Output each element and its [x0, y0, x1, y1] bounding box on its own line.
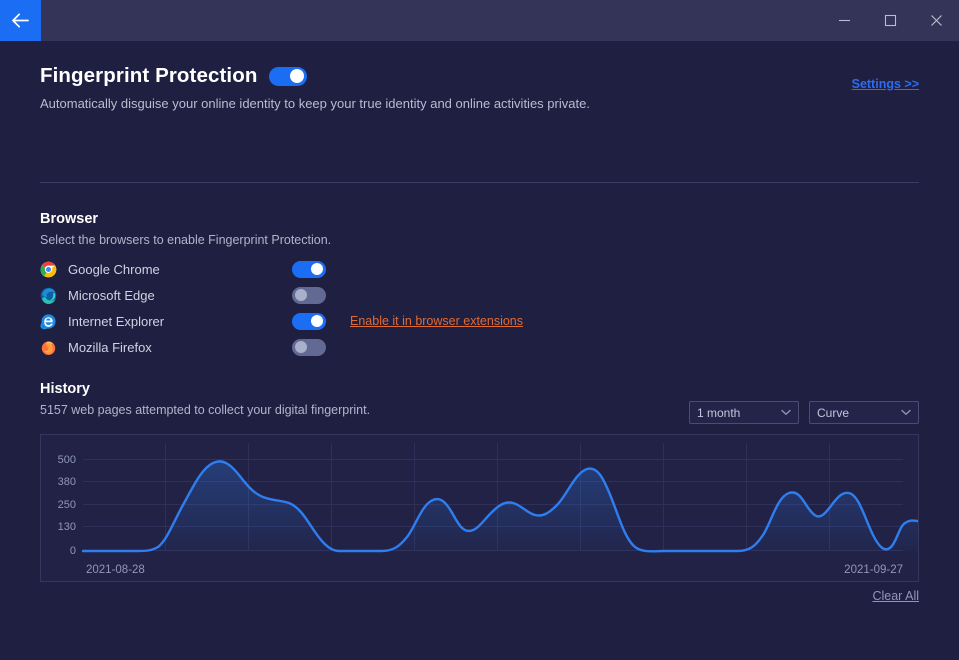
clear-all-link[interactable]: Clear All — [872, 589, 919, 603]
time-range-value: 1 month — [697, 405, 741, 420]
minimize-button[interactable] — [821, 0, 867, 41]
hero-section: Fingerprint Protection Automatically dis… — [0, 64, 959, 111]
svg-text:380: 380 — [58, 476, 76, 488]
browser-toggle-firefox[interactable] — [292, 338, 326, 356]
maximize-button[interactable] — [867, 0, 913, 41]
browser-row-edge: Microsoft Edge — [40, 282, 919, 308]
ie-icon — [40, 313, 57, 330]
svg-text:250: 250 — [58, 499, 76, 511]
minimize-icon — [838, 14, 851, 27]
history-section: History 5157 web pages attempted to coll… — [0, 381, 959, 603]
page-title: Fingerprint Protection — [40, 64, 258, 87]
chart-x-label-end: 2021-09-27 — [844, 564, 903, 576]
browser-toggle-edge[interactable] — [292, 286, 326, 304]
history-heading: History — [40, 381, 90, 397]
browser-name-label: Internet Explorer — [68, 313, 165, 329]
section-divider — [40, 182, 919, 183]
maximize-icon — [884, 14, 897, 27]
settings-link[interactable]: Settings >> — [852, 77, 919, 91]
browser-name-label: Mozilla Firefox — [68, 339, 152, 355]
page-content: Fingerprint Protection Automatically dis… — [0, 41, 959, 660]
browser-row-chrome: Google Chrome — [40, 256, 919, 282]
edge-icon — [40, 287, 57, 304]
back-arrow-icon — [11, 13, 30, 28]
svg-text:0: 0 — [70, 545, 76, 557]
browser-name-label: Google Chrome — [68, 261, 160, 277]
browser-row-firefox: Mozilla Firefox — [40, 334, 919, 360]
close-icon — [930, 14, 943, 27]
titlebar-drag-region — [41, 0, 821, 41]
page-subtitle: Automatically disguise your online ident… — [40, 96, 590, 111]
hero-title-row: Fingerprint Protection — [40, 64, 919, 88]
browser-heading: Browser — [40, 211, 99, 227]
svg-text:500: 500 — [58, 454, 76, 466]
chart-x-label-start: 2021-08-28 — [86, 564, 145, 576]
chart-style-value: Curve — [817, 405, 850, 420]
enable-in-browser-extensions-link[interactable]: Enable it in browser extensions — [350, 314, 523, 328]
chart-style-dropdown[interactable]: Curve — [809, 401, 919, 424]
master-protection-toggle[interactable] — [269, 66, 308, 86]
browser-name-label: Microsoft Edge — [68, 287, 155, 303]
close-button[interactable] — [913, 0, 959, 41]
toggle-knob — [290, 69, 305, 83]
title-bar — [0, 0, 959, 41]
chevron-down-icon — [781, 409, 791, 416]
history-chart: 500 380 250 130 0 2021-08-28 2021-09-27 — [58, 443, 918, 576]
history-controls: 1 month Curve — [689, 401, 919, 424]
chevron-down-icon — [901, 409, 911, 416]
browser-toggle-internet-explorer[interactable] — [292, 312, 326, 330]
browser-list: Google Chrome Microsoft Edge Internet Ex… — [40, 256, 919, 360]
chrome-icon — [40, 261, 57, 278]
history-chart-panel: 500 380 250 130 0 2021-08-28 2021-09-27 — [40, 434, 919, 582]
browser-row-internet-explorer: Internet Explorer Enable it in browser e… — [40, 308, 919, 334]
time-range-dropdown[interactable]: 1 month — [689, 401, 799, 424]
toggle-knob — [295, 289, 307, 301]
firefox-icon — [40, 339, 57, 356]
svg-text:130: 130 — [58, 521, 76, 533]
browser-section: Browser Select the browsers to enable Fi… — [0, 211, 959, 360]
browser-subtitle: Select the browsers to enable Fingerprin… — [40, 233, 332, 247]
toggle-knob — [295, 341, 307, 353]
toggle-knob — [311, 315, 323, 327]
back-button[interactable] — [0, 0, 41, 41]
toggle-knob — [311, 263, 323, 275]
chart-y-axis-labels: 500 380 250 130 0 — [58, 454, 76, 557]
browser-toggle-chrome[interactable] — [292, 260, 326, 278]
